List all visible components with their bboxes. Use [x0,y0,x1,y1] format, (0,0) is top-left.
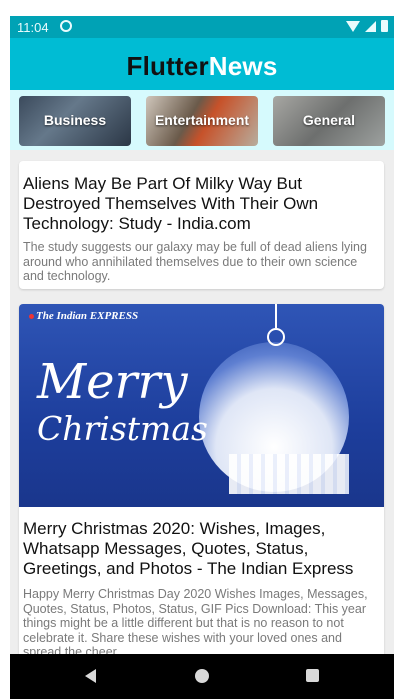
app-title-flutter: Flutter [126,51,209,81]
article-title: Merry Christmas 2020: Wishes, Images, Wh… [23,519,354,578]
category-business[interactable]: Business [19,96,131,146]
category-label: Entertainment [154,112,250,128]
battery-icon [381,20,388,32]
article-description: Happy Merry Christmas Day 2020 Wishes Im… [23,587,368,654]
category-entertainment[interactable]: Entertainment [146,96,258,146]
recents-icon[interactable] [306,669,319,682]
category-label: General [302,112,356,128]
app-screen: 11:04 FlutterNews Business Entertainment… [10,16,394,654]
status-icons [346,20,388,32]
wifi-icon [346,20,360,32]
status-bar: 11:04 [10,16,394,38]
navigation-bar [10,654,394,699]
article-image: The Indian EXPRESS Merry Christmas [19,304,384,507]
article-description: The study suggests our galaxy may be ful… [23,240,367,283]
image-text-christmas: Christmas [37,409,208,448]
home-icon[interactable] [195,669,209,683]
article-card[interactable]: The Indian EXPRESS Merry Christmas Merry… [19,304,384,654]
image-brand-logo: The Indian EXPRESS [29,310,138,322]
sync-icon [60,20,72,32]
trees-graphic [229,454,349,494]
app-bar: FlutterNews [10,38,394,90]
article-title: Aliens May Be Part Of Milky Way But Dest… [23,174,319,233]
app-title-news: News [208,51,278,81]
app-title: FlutterNews [10,51,394,82]
signal-icon [365,20,376,32]
category-general[interactable]: General [273,96,385,146]
category-strip: Business Entertainment General [10,90,394,150]
category-label: Business [43,112,107,128]
back-icon[interactable] [85,669,96,683]
article-card[interactable]: Aliens May Be Part Of Milky Way But Dest… [19,161,384,289]
status-time: 11:04 [17,20,49,35]
image-text-merry: Merry [37,354,188,410]
